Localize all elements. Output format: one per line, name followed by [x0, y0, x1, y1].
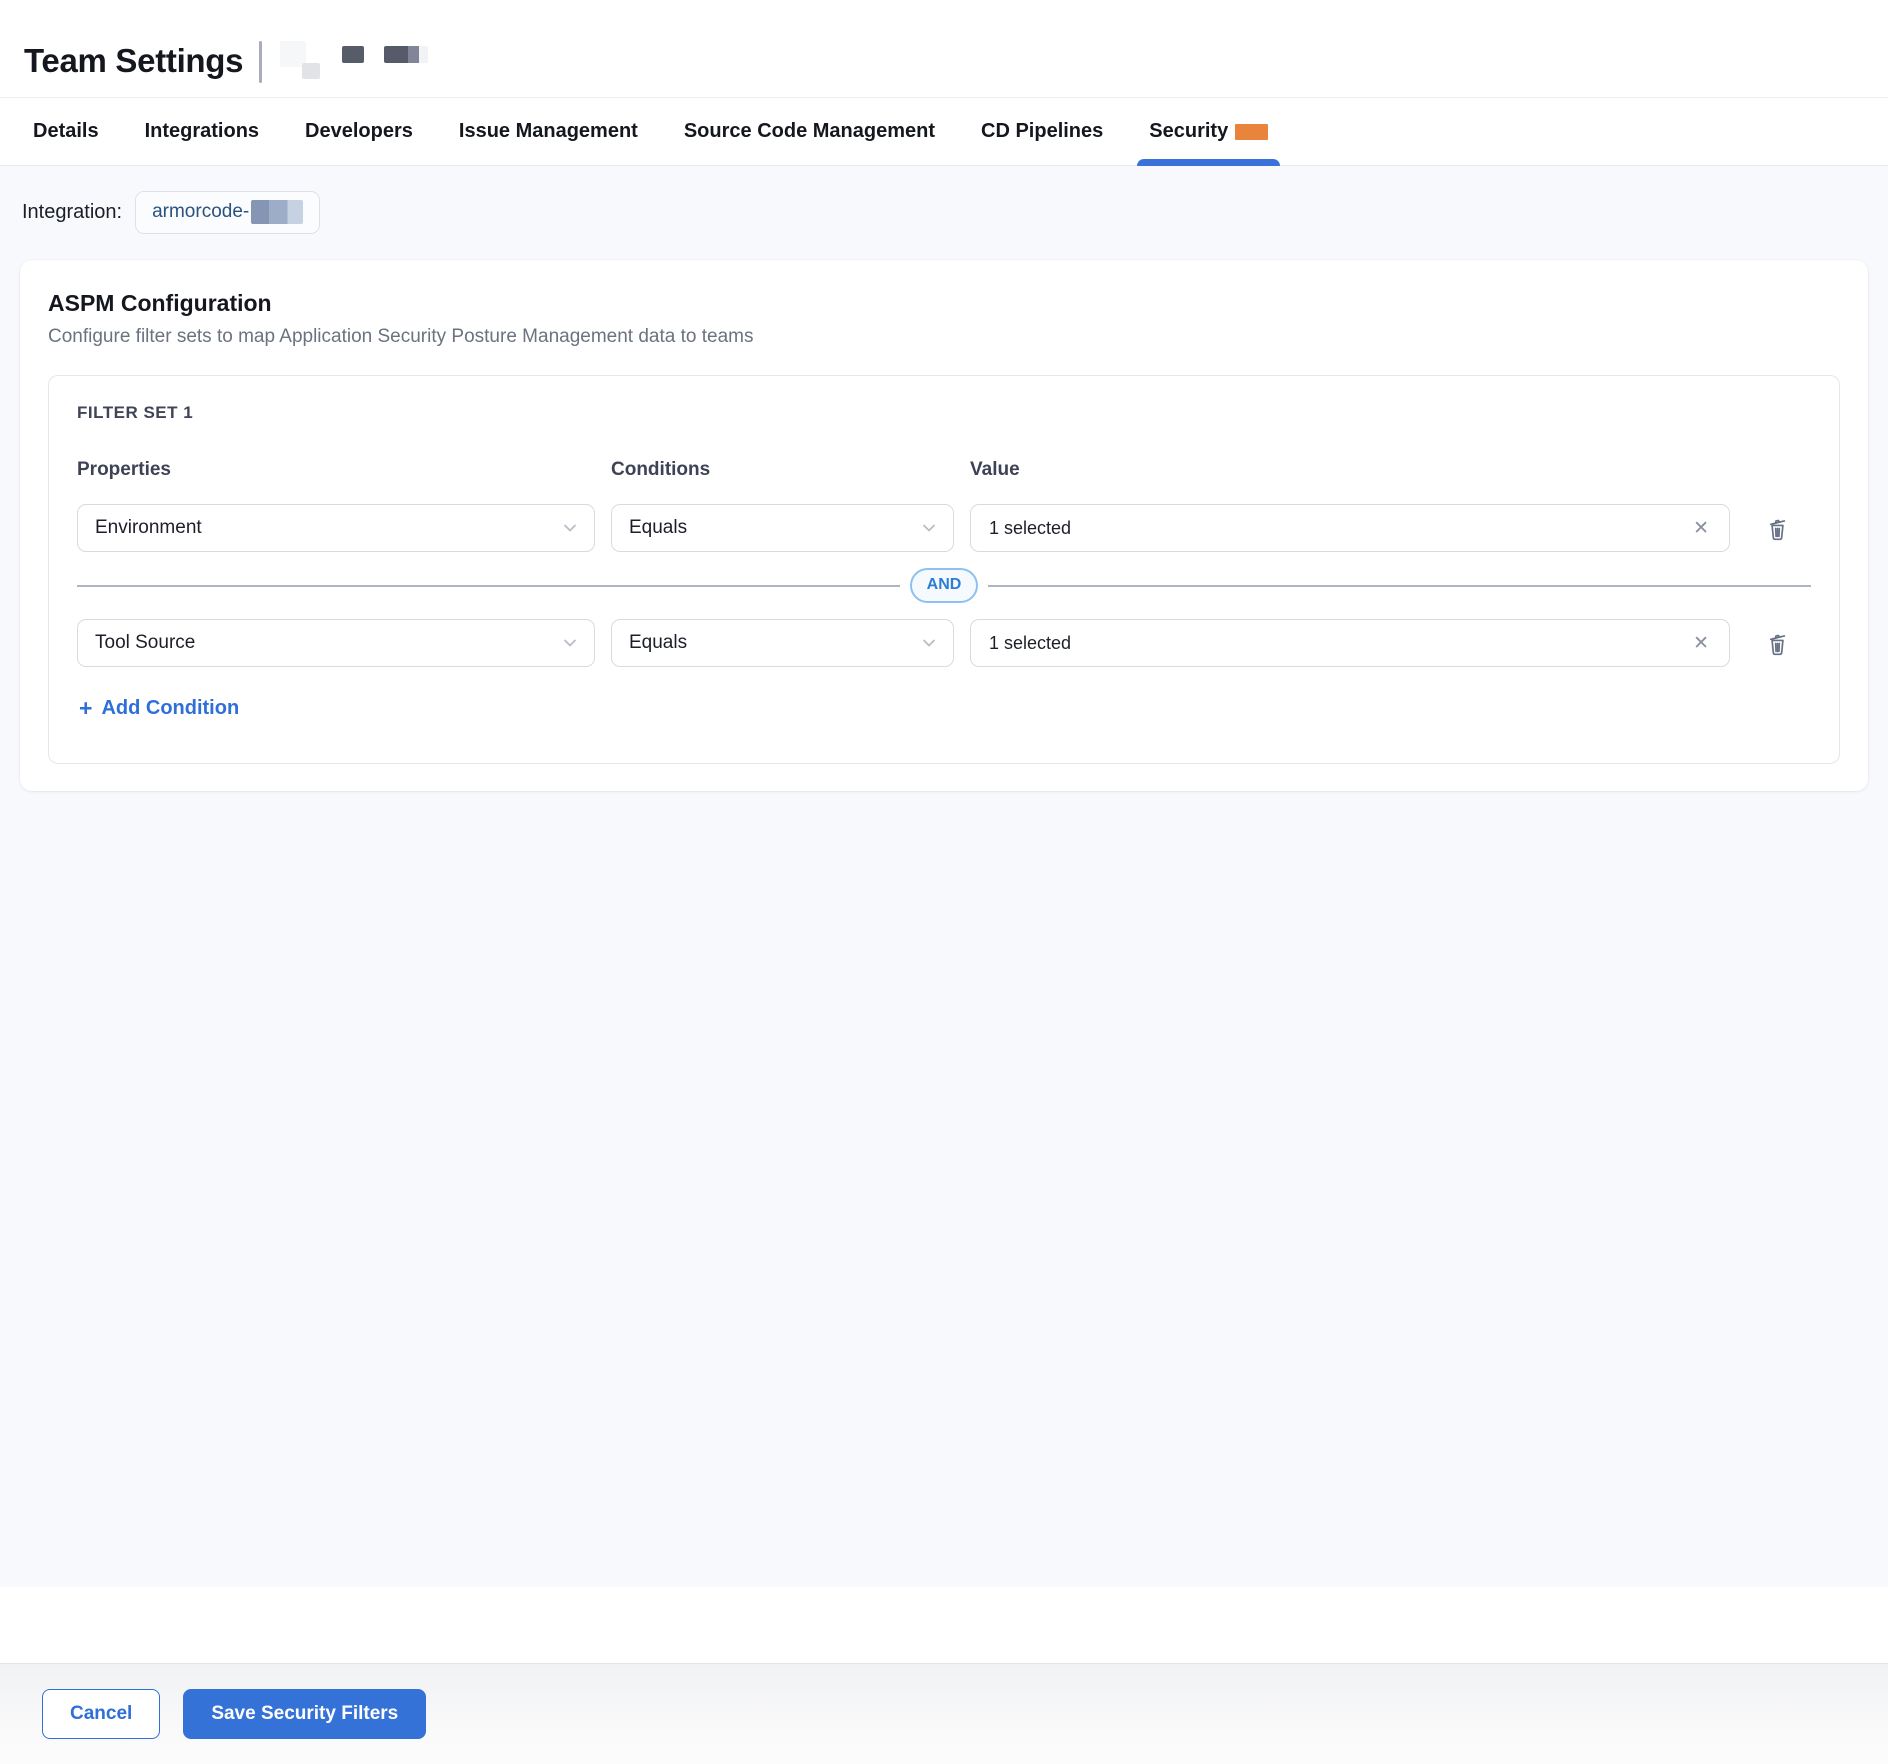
column-header-properties: Properties [77, 459, 595, 481]
aspm-configuration-subtitle: Configure filter sets to map Application… [48, 326, 1840, 348]
property-select[interactable]: Environment [77, 504, 595, 552]
tab-security[interactable]: Security [1149, 98, 1268, 165]
condition-select-value: Equals [629, 632, 687, 654]
tab-cd-pipelines[interactable]: CD Pipelines [981, 98, 1103, 165]
add-condition-label: Add Condition [101, 697, 239, 720]
filter-row: Environment Equals 1 selected ✕ [77, 504, 1811, 552]
plus-icon: + [79, 697, 92, 720]
and-divider: AND [77, 568, 1811, 603]
main-content: Integration: armorcode- ASPM Configurati… [0, 166, 1888, 1587]
trash-icon [1764, 515, 1791, 542]
filter-row: Tool Source Equals 1 selected ✕ [77, 619, 1811, 667]
tab-issue-management[interactable]: Issue Management [459, 98, 638, 165]
aspm-configuration-card: ASPM Configuration Configure filter sets… [20, 260, 1868, 791]
redacted-block [251, 200, 303, 224]
divider-line [77, 585, 900, 587]
condition-select[interactable]: Equals [611, 619, 954, 667]
tab-details[interactable]: Details [33, 98, 99, 165]
close-icon[interactable]: ✕ [1691, 632, 1711, 655]
trash-icon [1764, 630, 1791, 657]
chevron-down-icon [562, 520, 578, 536]
cancel-button[interactable]: Cancel [42, 1689, 160, 1739]
property-select-value: Tool Source [95, 632, 195, 654]
integration-label: Integration: [22, 201, 122, 224]
integration-chip[interactable]: armorcode- [135, 191, 320, 234]
title-divider [259, 41, 262, 83]
redacted-block [342, 46, 364, 63]
chevron-down-icon [921, 635, 937, 651]
tab-developers[interactable]: Developers [305, 98, 413, 165]
and-operator-pill[interactable]: AND [910, 568, 979, 603]
tab-source-code-management[interactable]: Source Code Management [684, 98, 935, 165]
save-security-filters-button[interactable]: Save Security Filters [183, 1689, 426, 1739]
chevron-down-icon [921, 520, 937, 536]
page-header: Team Settings Details Integrations Devel… [0, 0, 1888, 166]
aspm-configuration-title: ASPM Configuration [48, 290, 1840, 317]
redacted-block [384, 46, 428, 63]
column-header-value: Value [970, 459, 1730, 481]
filter-set-title: FILTER SET 1 [77, 403, 1811, 423]
condition-select[interactable]: Equals [611, 504, 954, 552]
title-row: Team Settings [0, 0, 1888, 98]
integration-row: Integration: armorcode- [20, 166, 1868, 234]
chevron-down-icon [562, 635, 578, 651]
title-redactions [259, 39, 428, 83]
delete-condition-button[interactable] [1764, 515, 1791, 542]
property-select[interactable]: Tool Source [77, 619, 595, 667]
close-icon[interactable]: ✕ [1691, 517, 1711, 540]
filter-column-headers: Properties Conditions Value [77, 459, 1811, 481]
delete-condition-button[interactable] [1764, 630, 1791, 657]
redacted-block [302, 63, 320, 79]
condition-select-value: Equals [629, 517, 687, 539]
tab-bar: Details Integrations Developers Issue Ma… [0, 98, 1888, 166]
value-selected-count: 1 selected [989, 633, 1071, 654]
filter-set-1: FILTER SET 1 Properties Conditions Value… [48, 375, 1840, 764]
value-multiselect[interactable]: 1 selected ✕ [970, 504, 1730, 552]
value-selected-count: 1 selected [989, 518, 1071, 539]
value-multiselect[interactable]: 1 selected ✕ [970, 619, 1730, 667]
integration-chip-text: armorcode- [152, 201, 249, 223]
property-select-value: Environment [95, 517, 202, 539]
tab-integrations[interactable]: Integrations [145, 98, 259, 165]
page-title: Team Settings [24, 42, 243, 80]
column-header-conditions: Conditions [611, 459, 954, 481]
footer-action-bar: Cancel Save Security Filters [0, 1663, 1888, 1764]
add-condition-button[interactable]: + Add Condition [77, 697, 239, 720]
divider-line [988, 585, 1811, 587]
security-tab-badge [1235, 124, 1268, 140]
